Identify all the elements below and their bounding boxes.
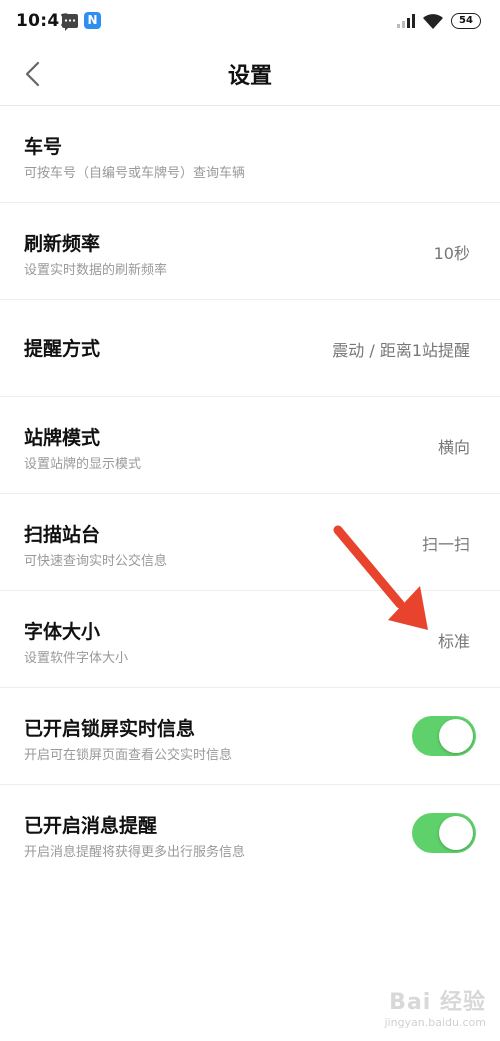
lockscreen-toggle[interactable]: [412, 716, 476, 756]
setting-row-stop-sign-mode[interactable]: 站牌模式 设置站牌的显示模式 横向: [0, 397, 500, 494]
setting-value: 标准: [437, 632, 470, 651]
app-notification-icon: N: [84, 12, 101, 29]
watermark-logo: Bai 经验: [389, 990, 486, 1015]
setting-subtitle: 设置实时数据的刷新频率: [24, 263, 168, 278]
setting-subtitle: 设置软件字体大小: [24, 651, 129, 666]
watermark-url: jingyan.baidu.com: [384, 1016, 486, 1029]
setting-title: 已开启锁屏实时信息: [24, 718, 196, 740]
nav-bar: 设置: [0, 44, 500, 106]
setting-subtitle: 开启消息提醒将获得更多出行服务信息: [24, 845, 246, 860]
setting-row-bus-number[interactable]: 车号 可按车号（自编号或车牌号）查询车辆: [0, 106, 500, 203]
setting-title: 已开启消息提醒: [24, 815, 158, 837]
toggle-knob: [439, 816, 473, 850]
setting-value: 横向: [437, 438, 470, 457]
wifi-icon: [423, 14, 443, 29]
settings-list: 车号 可按车号（自编号或车牌号）查询车辆 刷新频率 设置实时数据的刷新频率 10…: [0, 106, 500, 882]
setting-title: 刷新频率: [24, 233, 101, 255]
status-bar: 10:41 N 54: [0, 0, 500, 44]
setting-row-refresh-rate[interactable]: 刷新频率 设置实时数据的刷新频率 10秒: [0, 203, 500, 300]
toggle-knob: [439, 719, 473, 753]
battery-icon: 54: [451, 13, 481, 29]
setting-title: 提醒方式: [24, 338, 101, 360]
watermark: Bai 经验 jingyan.baidu.com: [384, 984, 486, 1029]
signal-icon: [397, 14, 417, 28]
setting-subtitle: 可快速查询实时公交信息: [24, 554, 168, 569]
setting-subtitle: 设置站牌的显示模式: [24, 457, 142, 472]
setting-row-reminder-mode[interactable]: 提醒方式 震动 / 距离1站提醒: [0, 300, 500, 397]
setting-subtitle: 开启可在锁屏页面查看公交实时信息: [24, 748, 233, 763]
setting-title: 站牌模式: [24, 427, 101, 449]
message-icon: [62, 14, 78, 31]
setting-title: 车号: [24, 136, 63, 158]
setting-row-lockscreen-info: 已开启锁屏实时信息 开启可在锁屏页面查看公交实时信息: [0, 688, 500, 785]
setting-title: 扫描站台: [24, 524, 101, 546]
setting-title: 字体大小: [24, 621, 101, 643]
message-reminder-toggle[interactable]: [412, 813, 476, 853]
annotation-arrow-icon: [333, 525, 428, 630]
setting-value: 10秒: [433, 244, 470, 263]
setting-subtitle: 可按车号（自编号或车牌号）查询车辆: [24, 166, 246, 181]
page-title: 设置: [227, 64, 272, 89]
setting-row-message-reminder: 已开启消息提醒 开启消息提醒将获得更多出行服务信息: [0, 785, 500, 882]
setting-value: 震动 / 距离1站提醒: [332, 341, 470, 360]
